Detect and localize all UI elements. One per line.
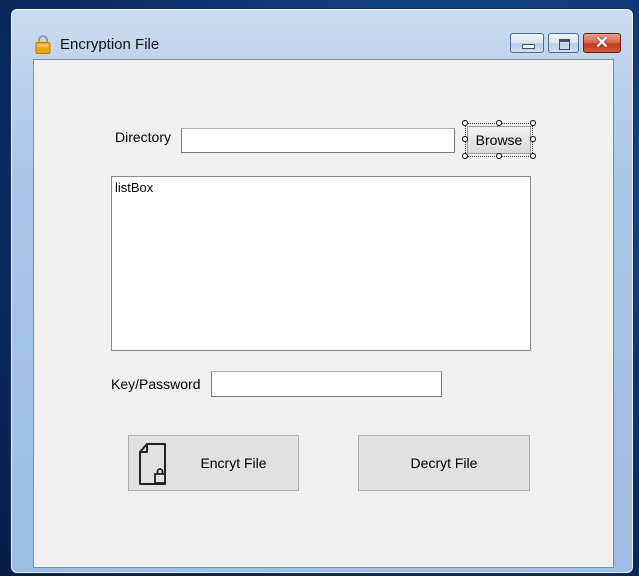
key-password-label: Key/Password <box>111 376 201 392</box>
title-bar[interactable]: Encryption File ✕ <box>11 9 633 59</box>
decrypt-file-button[interactable]: Decryt File <box>358 435 530 491</box>
resize-handle-ne[interactable] <box>530 120 536 126</box>
close-icon: ✕ <box>594 33 610 52</box>
close-button[interactable]: ✕ <box>583 33 621 53</box>
maximize-icon <box>559 39 570 50</box>
resize-handle-e[interactable] <box>530 136 536 142</box>
maximize-button[interactable] <box>548 33 579 53</box>
resize-handle-w[interactable] <box>462 136 468 142</box>
form-client-area: Directory Browse listBox Key/Password En… <box>33 59 614 568</box>
resize-handle-sw[interactable] <box>462 153 468 159</box>
resize-handle-se[interactable] <box>530 153 536 159</box>
resize-handle-n[interactable] <box>496 120 502 126</box>
encrypt-file-button[interactable]: Encryt File <box>128 435 299 491</box>
browse-button[interactable]: Browse <box>467 126 531 154</box>
file-listbox[interactable]: listBox <box>111 176 531 351</box>
resize-handle-nw[interactable] <box>462 120 468 126</box>
directory-label: Directory <box>115 129 172 145</box>
lock-icon <box>35 35 51 54</box>
locked-document-icon <box>139 443 166 485</box>
caption-buttons: ✕ <box>510 33 621 55</box>
minimize-icon <box>522 44 535 49</box>
resize-handle-s[interactable] <box>496 153 502 159</box>
encrypt-file-label: Encryt File <box>200 455 267 471</box>
list-item[interactable]: listBox <box>112 177 530 195</box>
minimize-button[interactable] <box>510 33 544 53</box>
window-title: Encryption File <box>60 36 160 53</box>
directory-input[interactable] <box>181 128 455 153</box>
key-password-input[interactable] <box>211 371 442 397</box>
